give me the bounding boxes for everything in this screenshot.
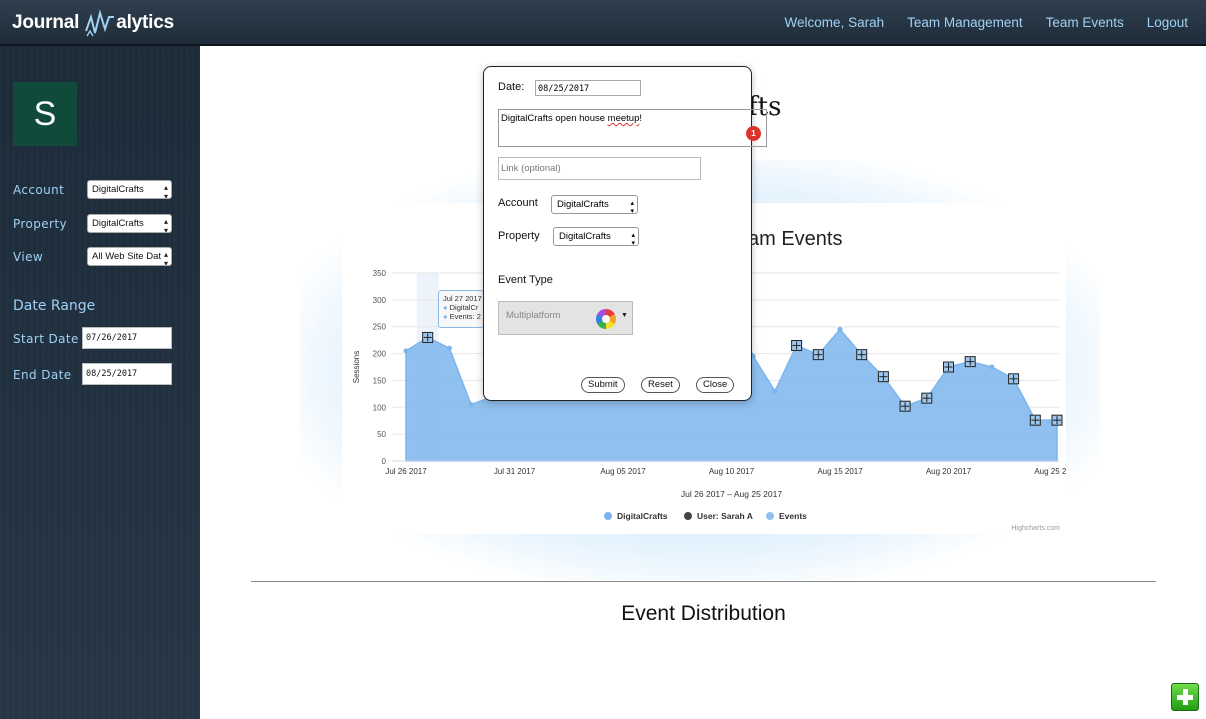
bullet-icon: ● (443, 303, 448, 312)
modal-account-label: Account (498, 197, 538, 209)
start-date-input[interactable]: 07/26/2017 (82, 327, 172, 349)
legend-marker (684, 512, 692, 520)
tooltip-line2-text: Events: 2 (449, 312, 481, 321)
x-tick-label: Aug 15 2017 (817, 467, 863, 476)
view-select[interactable]: All Web Site Dat ▴ ▾ (87, 247, 172, 266)
end-date-input[interactable]: 08/25/2017 (82, 363, 172, 385)
x-tick-label: Aug 10 2017 (709, 467, 755, 476)
modal-description-textarea[interactable]: DigitalCrafts open house meetup! 1 (498, 109, 767, 147)
modal-property-select[interactable]: DigitalCrafts ▴ ▾ (553, 227, 639, 247)
select-arrows-icon: ▴ ▾ (163, 217, 168, 233)
logo-text-right: alytics (116, 12, 174, 33)
app-logo[interactable]: Journal alytics (12, 9, 174, 37)
y-tick-label: 250 (373, 323, 387, 332)
y-tick-label: 0 (382, 457, 387, 466)
data-point (772, 388, 778, 394)
textarea-text-end: ! (639, 113, 642, 124)
tooltip-date: Jul 27 2017 (443, 294, 482, 303)
top-navbar: Journal alytics Welcome, Sarah Team Mana… (0, 0, 1206, 46)
legend-marker (766, 512, 774, 520)
logo-pulse-icon (85, 9, 115, 37)
nav-logout[interactable]: Logout (1147, 15, 1188, 30)
close-button[interactable]: Close (696, 377, 735, 393)
tooltip-line1-text: DigitalCr (449, 303, 479, 312)
spellcheck-badge[interactable]: 1 (746, 126, 761, 141)
y-tick-label: 100 (373, 403, 387, 412)
nav-team-management[interactable]: Team Management (907, 15, 1023, 30)
data-point (446, 345, 452, 351)
textarea-misspelled-word: meetup (607, 113, 640, 124)
x-tick-label: Jul 26 2017 (385, 467, 427, 476)
x-tick-label: Aug 05 2017 (600, 467, 646, 476)
event-type-value: Multiplatform (506, 310, 561, 321)
modal-event-type-picker[interactable]: Multiplatform ▼ (498, 301, 633, 335)
y-tick-label: 150 (373, 376, 387, 385)
submit-button[interactable]: Submit (581, 377, 625, 393)
select-arrows-icon: ▴ ▾ (163, 183, 168, 199)
x-tick-label: Jul 31 2017 (494, 467, 536, 476)
date-range-title: Date Range (13, 298, 96, 314)
section-divider (251, 581, 1156, 582)
sidebar: S Account DigitalCrafts ▴ ▾ Property Digi… (0, 46, 200, 719)
tooltip-line1: ● DigitalCr (443, 303, 479, 312)
add-event-button[interactable] (1171, 683, 1199, 711)
property-select-value: DigitalCrafts (92, 218, 144, 229)
modal-property-value: DigitalCrafts (559, 231, 611, 242)
modal-date-label: Date: (498, 81, 525, 93)
add-event-modal: Date: 08/25/2017 DigitalCrafts open hous… (483, 66, 767, 401)
legend-item[interactable]: User: Sarah A (697, 511, 753, 521)
select-arrows-icon: ▴ ▾ (163, 250, 168, 266)
end-date-label: End Date (13, 368, 72, 382)
data-point (468, 402, 474, 408)
data-point (989, 364, 995, 370)
y-tick-label: 200 (373, 350, 387, 359)
y-tick-label: 350 (373, 269, 387, 278)
caret-down-icon: ▼ (621, 312, 628, 319)
modal-account-select[interactable]: DigitalCrafts ▴ ▾ (551, 195, 638, 215)
nav-links: Welcome, Sarah Team Management Team Even… (785, 0, 1188, 44)
account-label: Account (13, 183, 65, 197)
start-date-label: Start Date (13, 332, 79, 346)
reset-button[interactable]: Reset (641, 377, 680, 393)
x-tick-label: Aug 20 2017 (926, 467, 972, 476)
modal-link-input[interactable]: Link (optional) (498, 157, 701, 180)
y-axis-title: Sessions (352, 351, 361, 383)
chart-title: am Events (748, 228, 843, 250)
modal-property-label: Property (498, 230, 540, 242)
legend-marker (604, 512, 612, 520)
property-select[interactable]: DigitalCrafts ▴ ▾ (87, 214, 172, 233)
modal-date-input[interactable]: 08/25/2017 (535, 80, 641, 96)
legend-item[interactable]: DigitalCrafts (617, 511, 668, 521)
account-select[interactable]: DigitalCrafts ▴ ▾ (87, 180, 172, 199)
data-point (403, 348, 409, 354)
legend-item[interactable]: Events (779, 511, 807, 521)
y-tick-label: 300 (373, 296, 387, 305)
tooltip-line2: ● Events: 2 (443, 312, 481, 321)
highcharts-credit[interactable]: Highcharts.com (1011, 525, 1060, 532)
event-distribution-title: Event Distribution (621, 602, 786, 625)
x-tick-label: Aug 25 2017 (1034, 467, 1066, 476)
modal-account-value: DigitalCrafts (557, 199, 609, 210)
x-axis-title: Jul 26 2017 – Aug 25 2017 (681, 489, 782, 499)
nav-welcome[interactable]: Welcome, Sarah (785, 15, 885, 30)
chart-tooltip: Jul 27 2017 ● DigitalCr ● Events: 2 (438, 290, 484, 328)
modal-event-type-label: Event Type (498, 274, 553, 286)
nav-team-events[interactable]: Team Events (1046, 15, 1124, 30)
logo-text-left: Journal (12, 12, 80, 33)
bullet-icon: ● (443, 312, 448, 321)
account-select-value: DigitalCrafts (92, 184, 144, 195)
view-label: View (13, 250, 44, 264)
select-arrows-icon: ▴ ▾ (631, 232, 635, 247)
y-tick-label: 50 (377, 430, 386, 439)
textarea-text: DigitalCrafts open house (501, 113, 608, 124)
avatar[interactable]: S (13, 82, 77, 146)
property-label: Property (13, 217, 67, 231)
view-select-value: All Web Site Dat (92, 251, 161, 262)
select-arrows-icon: ▴ ▾ (630, 200, 634, 215)
data-point (837, 326, 843, 332)
color-wheel-icon (596, 309, 616, 329)
